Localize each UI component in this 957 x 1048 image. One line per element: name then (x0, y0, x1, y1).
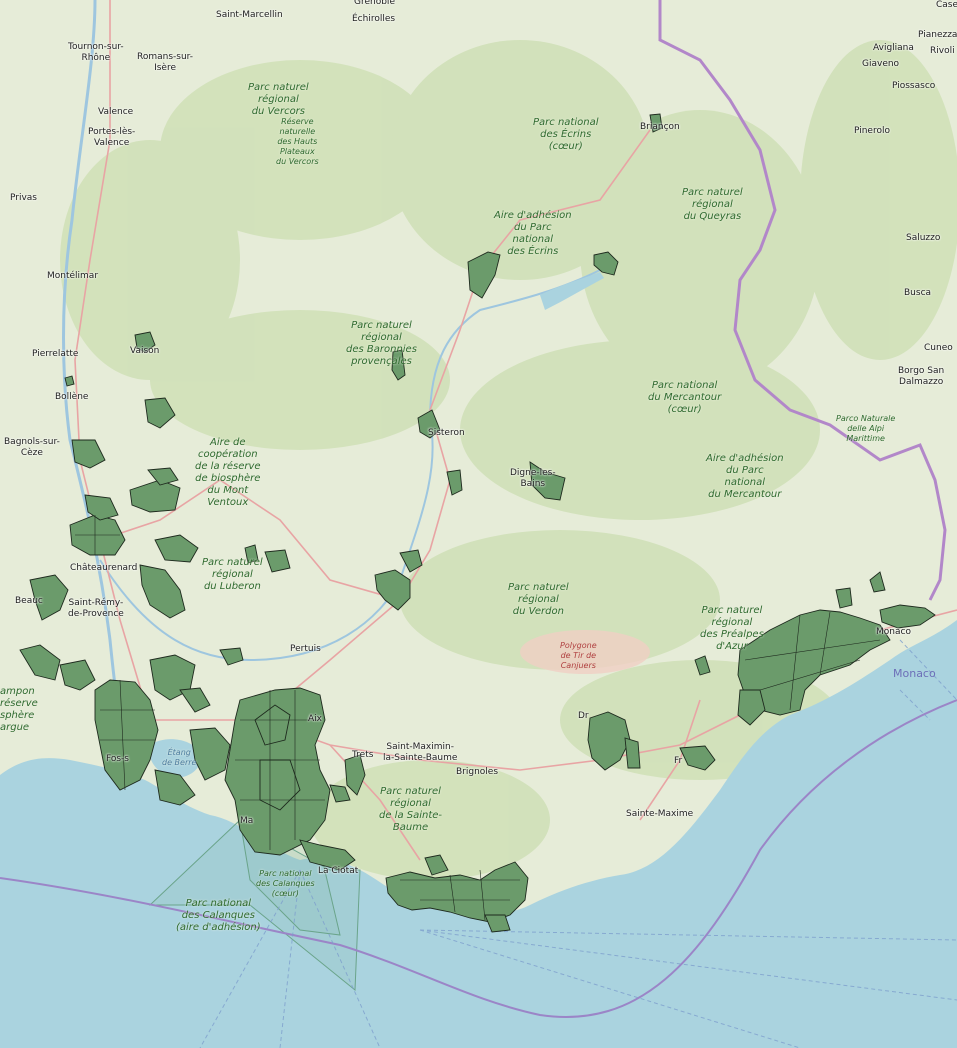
park-label: Parc naturel régional des Baronnies prov… (346, 320, 417, 367)
town-label: Saint-Rémy- de-Provence (68, 598, 124, 619)
town-label: Saluzzo (906, 233, 941, 243)
town-label: Échirolles (352, 14, 396, 24)
town-label: Pertuis (290, 644, 321, 654)
park-label: Parc naturel régional du Verdon (508, 582, 569, 617)
town-label: Portes-lès- Valence (88, 127, 136, 148)
park-label: Parc national des Écrins (cœur) (533, 117, 599, 152)
park-label: Aire d'adhésion du Parc national du Merc… (706, 453, 784, 500)
town-label: Châteaurenard (70, 563, 138, 573)
town-label: Saint-Maximin- la-Sainte-Baume (383, 742, 458, 763)
town-label: Piossasco (892, 81, 936, 91)
park-label: Parc national du Mercantour (cœur) (648, 380, 722, 415)
park-label: Aire de coopération de la réserve de bio… (195, 437, 261, 508)
park-label: Parco Naturale delle Alpi Marittime (836, 414, 896, 443)
town-label: Fr (674, 756, 683, 766)
military-zone-label: Polygone de Tir de Canjuers (560, 641, 597, 670)
town-label: Briançon (640, 122, 680, 132)
town-label: Busca (904, 288, 932, 298)
town-label: Sainte-Maxime (626, 809, 694, 819)
town-label: Monaco (876, 627, 911, 637)
town-label: Pinerolo (854, 126, 890, 136)
town-label: Grenoble (354, 0, 395, 7)
town-label: Aix (308, 714, 322, 724)
park-label: ampon réserve sphère argue (0, 686, 38, 733)
town-label: Case (936, 0, 957, 10)
town-label: Bagnols-sur- Cèze (4, 437, 60, 458)
park-label: Réserve naturelle des Hauts Plateaux du … (276, 117, 319, 166)
town-label: Fos-s (106, 754, 129, 764)
town-label: Cuneo (924, 343, 953, 353)
town-label: Bollène (55, 392, 89, 402)
town-label: La Ciotat (318, 866, 359, 876)
town-label: Trets (352, 750, 374, 760)
town-label: Montélimar (47, 271, 99, 281)
town-label: Saint-Marcellin (216, 10, 283, 20)
town-label: Tournon-sur- Rhône (68, 42, 124, 63)
park-label: Parc naturel régional du Luberon (202, 557, 263, 592)
town-label: Rivoli (930, 46, 955, 56)
park-label: Parc national des Calanques (cœur) (256, 869, 315, 898)
town-label: Pierrelatte (32, 349, 79, 359)
map-canvas[interactable] (0, 0, 957, 1048)
park-label: Aire d'adhésion du Parc national des Écr… (494, 210, 572, 257)
town-label: Brignoles (456, 767, 499, 777)
town-label: Borgo San Dalmazzo (898, 366, 945, 387)
town-label: Giaveno (862, 59, 900, 69)
town-label: Sisteron (428, 428, 465, 438)
town-label: Valence (98, 107, 134, 117)
town-label: Vaison (130, 346, 160, 356)
park-label: Parc national des Calanques (aire d'adhé… (176, 898, 261, 933)
park-label: Parc naturel régional du Vercors (248, 82, 309, 117)
park-label: Parc naturel régional des Préalpes d'Azu… (700, 605, 764, 652)
town-label: Privas (10, 193, 37, 203)
park-label: Parc naturel régional de la Sainte- Baum… (379, 786, 443, 833)
lagoon-label: Étang de Berre (162, 748, 197, 767)
town-label: Pianezza (918, 30, 957, 40)
town-label: Beauc (15, 596, 43, 606)
sea-label: Monaco (893, 667, 936, 680)
town-label: Dr (578, 711, 589, 721)
park-label: Parc naturel régional du Queyras (682, 187, 743, 222)
town-label: Romans-sur- Isère (137, 52, 194, 73)
town-label: Ma (240, 816, 254, 826)
map-view[interactable]: Saint-Marcellin Grenoble Échirolles Tour… (0, 0, 957, 1048)
town-label: Digne-les- Bains (510, 468, 556, 489)
town-label: Avigliana (873, 43, 914, 53)
